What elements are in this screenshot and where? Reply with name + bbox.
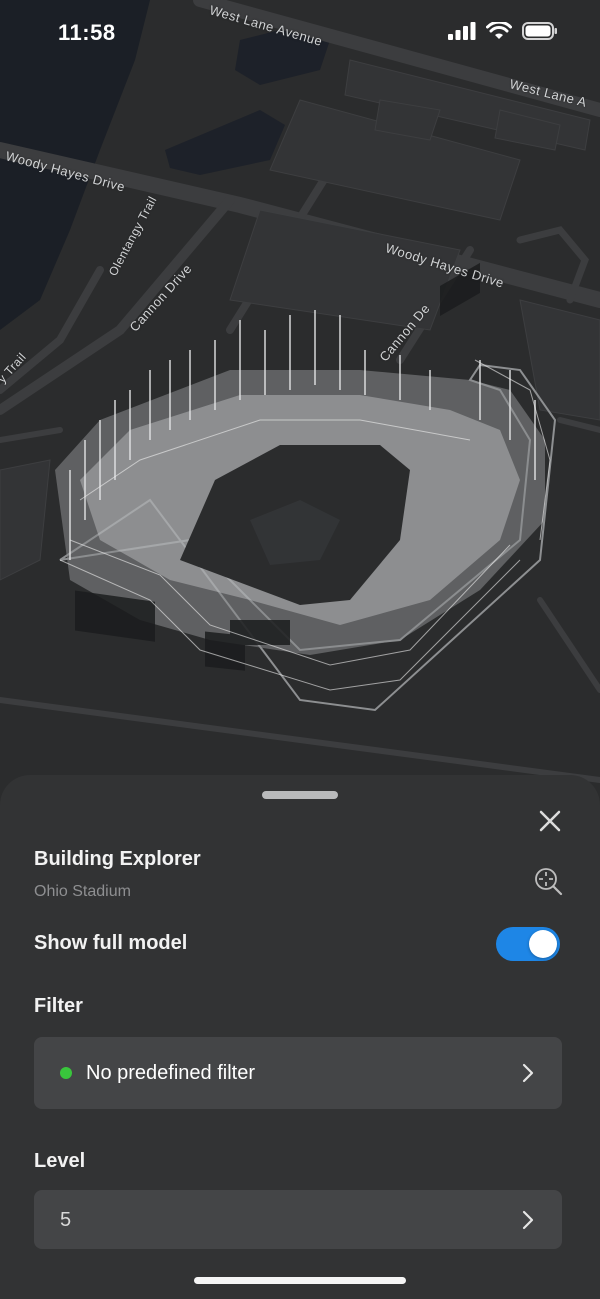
signal-icon xyxy=(448,22,476,40)
zoom-to-button[interactable] xyxy=(530,863,566,899)
wifi-icon xyxy=(486,22,512,39)
battery-icon xyxy=(522,22,557,40)
close-button[interactable] xyxy=(534,805,566,837)
filter-value: No predefined filter xyxy=(86,1062,255,1084)
map-view[interactable] xyxy=(0,0,600,800)
status-time: 11:58 xyxy=(58,20,116,45)
building-name: Ohio Stadium xyxy=(34,883,131,900)
show-full-model-label: Show full model xyxy=(34,932,188,954)
chevron-right-icon xyxy=(522,1063,534,1083)
toggle-knob xyxy=(529,930,557,958)
filter-label: Filter xyxy=(34,995,83,1017)
status-icons xyxy=(448,22,558,40)
building-explorer-sheet: Building Explorer Ohio Stadium Show full… xyxy=(0,775,600,1299)
level-label: Level xyxy=(34,1150,86,1172)
sheet-title: Building Explorer xyxy=(34,848,201,870)
level-selector[interactable]: 5 xyxy=(34,1190,562,1249)
chevron-right-icon xyxy=(522,1210,534,1230)
zoom-to-icon xyxy=(535,868,563,896)
filter-selector[interactable]: No predefined filter xyxy=(34,1037,562,1109)
close-icon xyxy=(539,810,561,832)
sheet-grabber[interactable] xyxy=(262,791,338,799)
filter-status-dot xyxy=(60,1067,72,1079)
status-bar: 11:58 xyxy=(0,0,600,70)
show-full-model-toggle[interactable] xyxy=(496,927,560,961)
home-indicator[interactable] xyxy=(194,1277,406,1284)
level-value: 5 xyxy=(60,1209,72,1231)
